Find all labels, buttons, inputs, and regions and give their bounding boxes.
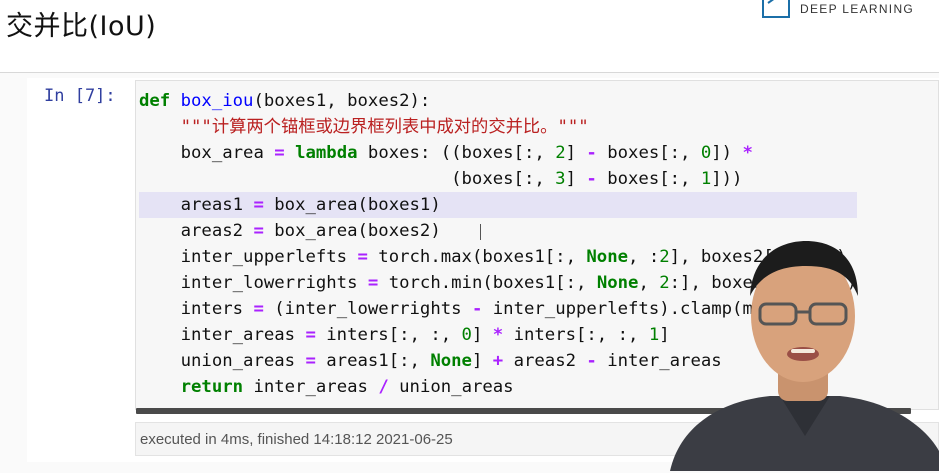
code-line[interactable]: areas1 = box_area(boxes1): [139, 192, 857, 218]
code-token-op: *: [742, 143, 753, 163]
code-token-op: /: [378, 377, 389, 397]
brand-name: DEEP LEARNING: [800, 2, 915, 16]
code-token-num: 0: [700, 143, 712, 163]
code-token-op: -: [471, 299, 483, 319]
code-token: inter_lowerrights: [139, 273, 368, 293]
code-token: areas2: [503, 351, 587, 371]
code-token: ]: [565, 143, 587, 163]
code-token: inter_areas: [243, 377, 379, 397]
code-token-num: 0: [461, 325, 472, 345]
slide-title: 交并比(IoU): [6, 11, 157, 42]
code-token: ]: [565, 169, 587, 189]
code-token: inter_areas: [139, 325, 306, 345]
code-token: inter_upperlefts: [139, 247, 358, 267]
presenter-teeth: [791, 349, 815, 353]
code-token-op: =: [274, 143, 285, 163]
cell-prompt: In [7]:: [44, 86, 116, 106]
code-token-op: =: [253, 221, 264, 241]
code-token: (boxes[:,: [139, 169, 556, 189]
code-token: areas2: [139, 221, 254, 241]
presenter-video-overlay: [670, 241, 939, 471]
code-token: union_areas: [139, 351, 306, 371]
code-token-op: -: [586, 143, 597, 163]
code-token-num: 1: [648, 325, 660, 345]
code-line[interactable]: """计算两个锚框或边界框列表中成对的交并比。""": [139, 114, 857, 140]
code-token: ])): [711, 169, 743, 189]
code-token: boxes: ((boxes[:,: [357, 143, 556, 163]
code-token-num: 3: [555, 169, 566, 189]
code-token: boxes[:,: [596, 169, 701, 189]
code-token-op: =: [367, 273, 379, 293]
text-cursor-icon: [480, 224, 487, 240]
code-token-num: 1: [700, 169, 712, 189]
brand: DEEP LEARNING: [762, 0, 914, 18]
code-token: boxes[:,: [596, 143, 701, 163]
code-token: inters: [139, 299, 254, 319]
code-token-op: =: [305, 351, 316, 371]
code-token-kw: None: [430, 351, 472, 371]
code-token-op: =: [357, 247, 368, 267]
code-token-kw: return: [180, 377, 244, 397]
code-line[interactable]: box_area = lambda boxes: ((boxes[:, 2] -…: [139, 140, 857, 166]
code-token-kw: None: [596, 273, 639, 293]
code-token-op: =: [305, 325, 316, 345]
code-token-op: -: [586, 169, 597, 189]
code-token-op: +: [492, 351, 504, 371]
code-token: inters[:, :,: [315, 325, 462, 345]
code-token: areas1: [139, 195, 254, 215]
code-token-fn: box_iou: [180, 91, 254, 111]
code-token: box_area(boxes1): [263, 195, 441, 215]
code-token-str: """计算两个锚框或边界框列表中成对的交并比。""": [180, 117, 589, 137]
code-token-num: 2: [555, 143, 566, 163]
code-token-op: -: [586, 351, 597, 371]
code-token-op: =: [253, 299, 264, 319]
code-token: torch.min(boxes1[:,: [378, 273, 597, 293]
code-token: ]: [471, 351, 493, 371]
brand-logo-icon: [762, 0, 790, 18]
code-token-kw: def: [139, 91, 171, 111]
code-token: box_area: [139, 143, 275, 163]
code-line[interactable]: def box_iou(boxes1, boxes2):: [139, 88, 857, 114]
code-token: (boxes1, boxes2):: [253, 91, 431, 111]
code-token: ,: [638, 273, 660, 293]
code-token: union_areas: [388, 377, 514, 397]
code-token: areas1[:,: [315, 351, 431, 371]
code-token-kw: lambda: [295, 143, 358, 163]
code-token: , :: [628, 247, 660, 267]
code-token-op: *: [492, 325, 504, 345]
code-token: box_area(boxes2): [263, 221, 441, 241]
code-token: torch.max(boxes1[:,: [367, 247, 587, 267]
execution-info: executed in 4ms, finished 14:18:12 2021-…: [140, 431, 453, 448]
code-token: ]): [711, 143, 743, 163]
code-line[interactable]: (boxes[:, 3] - boxes[:, 1])): [139, 166, 857, 192]
code-token-kw: None: [586, 247, 629, 267]
code-token-op: =: [253, 195, 264, 215]
code-token: (inter_lowerrights: [263, 299, 472, 319]
code-token: ]: [471, 325, 493, 345]
code-token: inters[:, :,: [503, 325, 649, 345]
